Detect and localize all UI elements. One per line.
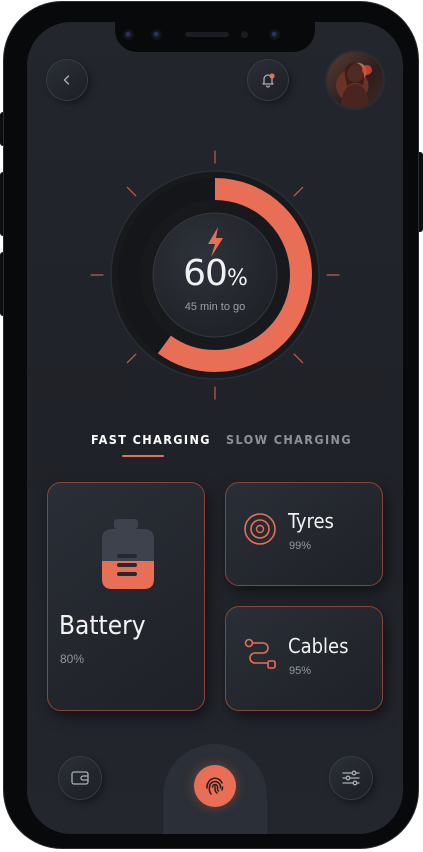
bell-icon — [262, 73, 275, 88]
tyres-card[interactable]: Tyres 99% — [225, 482, 383, 586]
charge-percentage: 60% — [87, 253, 343, 294]
active-tab-indicator — [122, 455, 164, 457]
cables-card-title: Cables — [288, 634, 349, 658]
route-icon — [244, 638, 276, 669]
charge-value: 60 — [183, 253, 228, 294]
speaker-grille — [185, 32, 229, 37]
wallet-button[interactable] — [59, 757, 101, 799]
charge-unit: % — [226, 266, 248, 291]
battery-icon — [102, 519, 154, 589]
gauge-tick — [293, 186, 304, 197]
battery-card-value: 80% — [60, 652, 85, 666]
cables-card-value: 95% — [289, 665, 312, 677]
gauge-tick — [126, 186, 137, 197]
settings-sliders-button[interactable] — [330, 757, 372, 799]
app-screen: 60% 45 min to go FAST CHARGING SLOW CHAR… — [27, 22, 403, 834]
cables-card[interactable]: Cables 95% — [225, 606, 383, 711]
chevron-left-icon — [63, 75, 70, 85]
notifications-button[interactable] — [248, 60, 288, 100]
sliders-icon — [342, 770, 360, 786]
target-icon — [244, 513, 276, 545]
wallet-icon — [71, 771, 89, 785]
time-remaining: 45 min to go — [184, 301, 246, 313]
camera-icon — [269, 29, 280, 40]
back-button[interactable] — [47, 60, 87, 100]
phone-frame: 60% 45 min to go FAST CHARGING SLOW CHAR… — [4, 2, 418, 848]
tab-slow-charging[interactable]: SLOW CHARGING — [226, 432, 352, 447]
tab-fast-charging[interactable]: FAST CHARGING — [91, 432, 211, 447]
battery-card[interactable]: Battery 80% — [47, 482, 205, 711]
camera-icon — [123, 29, 134, 40]
fingerprint-button[interactable] — [194, 765, 236, 807]
fingerprint-icon — [206, 777, 224, 795]
avatar[interactable] — [327, 52, 383, 108]
tyres-card-title: Tyres — [288, 509, 334, 533]
camera-icon — [151, 29, 162, 40]
battery-card-title: Battery — [59, 611, 146, 641]
avatar-photo — [341, 62, 372, 108]
sensor-dot — [241, 31, 248, 38]
gauge-tick — [293, 353, 304, 364]
tyres-card-value: 99% — [289, 540, 312, 552]
gauge-tick — [126, 353, 137, 364]
charge-gauge: 60% 45 min to go — [87, 147, 343, 403]
notch — [115, 22, 315, 52]
